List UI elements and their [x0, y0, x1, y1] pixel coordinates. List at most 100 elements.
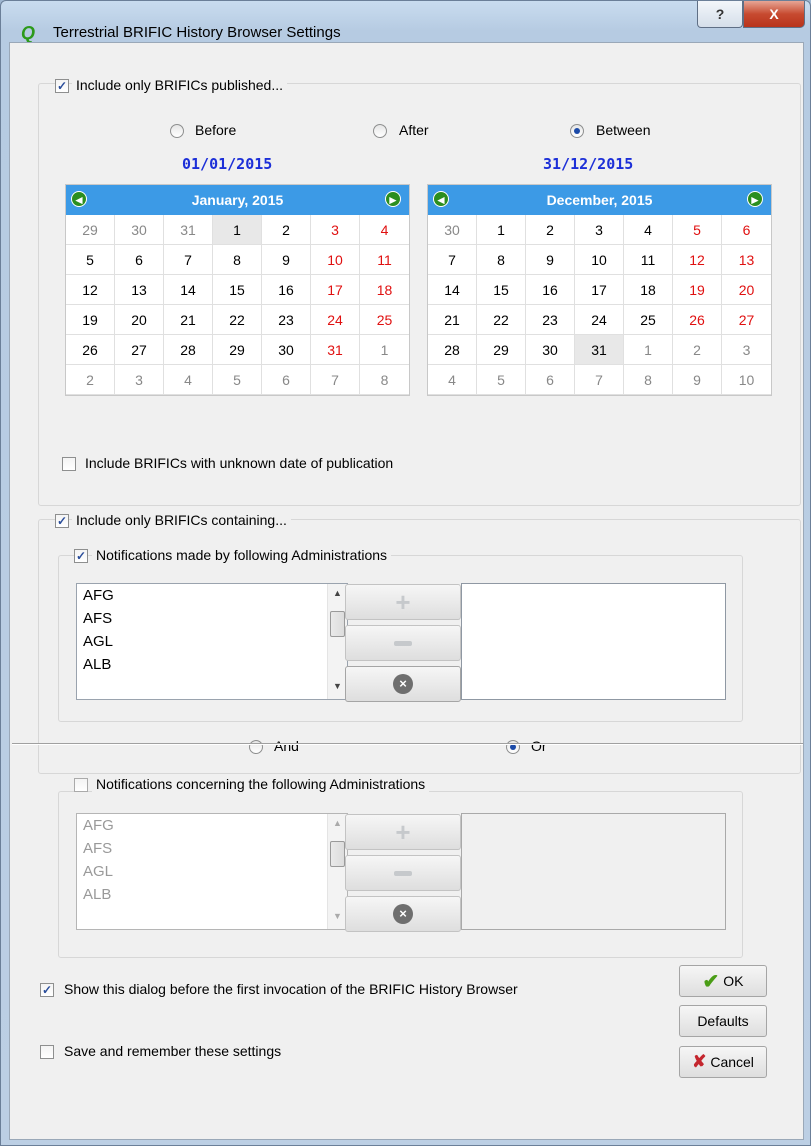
- calendar-day[interactable]: 25: [360, 305, 409, 335]
- calendar-day[interactable]: 26: [673, 305, 722, 335]
- calendar-day[interactable]: 21: [164, 305, 213, 335]
- calendar-day[interactable]: 5: [673, 215, 722, 245]
- calendar-day[interactable]: 2: [262, 215, 311, 245]
- add-button[interactable]: +: [345, 584, 461, 620]
- made-by-checkbox[interactable]: ✓: [74, 549, 88, 563]
- list-item[interactable]: AFS: [77, 607, 347, 630]
- calendar-day[interactable]: 1: [360, 335, 409, 365]
- defaults-button[interactable]: Defaults: [679, 1005, 767, 1037]
- calendar-day[interactable]: 2: [673, 335, 722, 365]
- calendar-day[interactable]: 7: [311, 365, 360, 395]
- calendar-day[interactable]: 23: [262, 305, 311, 335]
- calendar-day[interactable]: 13: [115, 275, 164, 305]
- list-item[interactable]: AGL: [77, 630, 347, 653]
- calendar-day[interactable]: 1: [213, 215, 262, 245]
- calendar-day[interactable]: 27: [722, 305, 771, 335]
- between-radio[interactable]: [570, 124, 584, 138]
- calendar-day[interactable]: 12: [673, 245, 722, 275]
- calendar-day[interactable]: 7: [428, 245, 477, 275]
- calendar-day[interactable]: 6: [526, 365, 575, 395]
- calendar-day[interactable]: 5: [477, 365, 526, 395]
- made-by-available-list[interactable]: AFG AFS AGL ALB ▲ ▼: [76, 583, 348, 700]
- before-radio[interactable]: [170, 124, 184, 138]
- containing-checkbox[interactable]: ✓: [55, 514, 69, 528]
- save-settings-checkbox[interactable]: [40, 1045, 54, 1059]
- add-button[interactable]: +: [345, 814, 461, 850]
- remove-button[interactable]: [345, 855, 461, 891]
- calendar-day[interactable]: 23: [526, 305, 575, 335]
- calendar-day[interactable]: 30: [428, 215, 477, 245]
- remove-button[interactable]: [345, 625, 461, 661]
- concerning-checkbox[interactable]: [74, 778, 88, 792]
- scroll-thumb[interactable]: [330, 841, 345, 867]
- next-month-icon[interactable]: ►: [385, 191, 401, 207]
- calendar-day[interactable]: 10: [722, 365, 771, 395]
- calendar-day[interactable]: 29: [213, 335, 262, 365]
- calendar-day[interactable]: 11: [624, 245, 673, 275]
- month-year-label[interactable]: December, 2015: [428, 192, 771, 208]
- calendar-day[interactable]: 18: [360, 275, 409, 305]
- calendar-day[interactable]: 20: [115, 305, 164, 335]
- cancel-button[interactable]: ✘ Cancel: [679, 1046, 767, 1078]
- calendar-day[interactable]: 14: [428, 275, 477, 305]
- calendar-day[interactable]: 6: [115, 245, 164, 275]
- calendar-day[interactable]: 19: [66, 305, 115, 335]
- calendar-day[interactable]: 12: [66, 275, 115, 305]
- clear-button[interactable]: ×: [345, 896, 461, 932]
- calendar-day[interactable]: 14: [164, 275, 213, 305]
- calendar-day[interactable]: 31: [311, 335, 360, 365]
- calendar-day[interactable]: 9: [262, 245, 311, 275]
- list-item[interactable]: AFG: [77, 584, 347, 607]
- help-button[interactable]: ?: [697, 1, 743, 28]
- calendar-day[interactable]: 8: [360, 365, 409, 395]
- calendar-day[interactable]: 27: [115, 335, 164, 365]
- clear-button[interactable]: ×: [345, 666, 461, 702]
- unknown-date-checkbox[interactable]: [62, 457, 76, 471]
- calendar-day[interactable]: 4: [428, 365, 477, 395]
- calendar-day[interactable]: 31: [575, 335, 624, 365]
- calendar-day[interactable]: 4: [164, 365, 213, 395]
- month-year-label[interactable]: January, 2015: [66, 192, 409, 208]
- calendar-day[interactable]: 10: [311, 245, 360, 275]
- calendar-day[interactable]: 29: [66, 215, 115, 245]
- calendar-day[interactable]: 1: [477, 215, 526, 245]
- scroll-thumb[interactable]: [330, 611, 345, 637]
- calendar-day[interactable]: 5: [66, 245, 115, 275]
- calendar-day[interactable]: 6: [722, 215, 771, 245]
- calendar-day[interactable]: 3: [722, 335, 771, 365]
- calendar-day[interactable]: 25: [624, 305, 673, 335]
- calendar-day[interactable]: 30: [115, 215, 164, 245]
- calendar-day[interactable]: 6: [262, 365, 311, 395]
- calendar-day[interactable]: 24: [311, 305, 360, 335]
- calendar-day[interactable]: 18: [624, 275, 673, 305]
- title-bar[interactable]: Q Terrestrial BRIFIC History Browser Set…: [1, 1, 810, 43]
- calendar-day[interactable]: 3: [575, 215, 624, 245]
- calendar-day[interactable]: 16: [262, 275, 311, 305]
- concerning-available-list[interactable]: AFG AFS AGL ALB ▲ ▼: [76, 813, 348, 930]
- calendar-day[interactable]: 10: [575, 245, 624, 275]
- close-button[interactable]: X: [743, 1, 805, 28]
- vertical-scrollbar[interactable]: ▲ ▼: [327, 814, 347, 929]
- calendar-day[interactable]: 29: [477, 335, 526, 365]
- calendar-day[interactable]: 8: [624, 365, 673, 395]
- calendar-day[interactable]: 4: [360, 215, 409, 245]
- calendar-day[interactable]: 19: [673, 275, 722, 305]
- calendar-day[interactable]: 17: [575, 275, 624, 305]
- calendar-day[interactable]: 9: [673, 365, 722, 395]
- calendar-day[interactable]: 5: [213, 365, 262, 395]
- calendar-day[interactable]: 2: [526, 215, 575, 245]
- calendar-day[interactable]: 17: [311, 275, 360, 305]
- calendar-day[interactable]: 2: [66, 365, 115, 395]
- calendar-day[interactable]: 3: [115, 365, 164, 395]
- calendar-day[interactable]: 9: [526, 245, 575, 275]
- calendar-day[interactable]: 21: [428, 305, 477, 335]
- calendar-day[interactable]: 1: [624, 335, 673, 365]
- after-radio[interactable]: [373, 124, 387, 138]
- calendar-day[interactable]: 8: [213, 245, 262, 275]
- calendar-day[interactable]: 24: [575, 305, 624, 335]
- calendar-day[interactable]: 16: [526, 275, 575, 305]
- published-checkbox[interactable]: ✓: [55, 79, 69, 93]
- calendar-day[interactable]: 8: [477, 245, 526, 275]
- calendar-day[interactable]: 22: [477, 305, 526, 335]
- calendar-day[interactable]: 3: [311, 215, 360, 245]
